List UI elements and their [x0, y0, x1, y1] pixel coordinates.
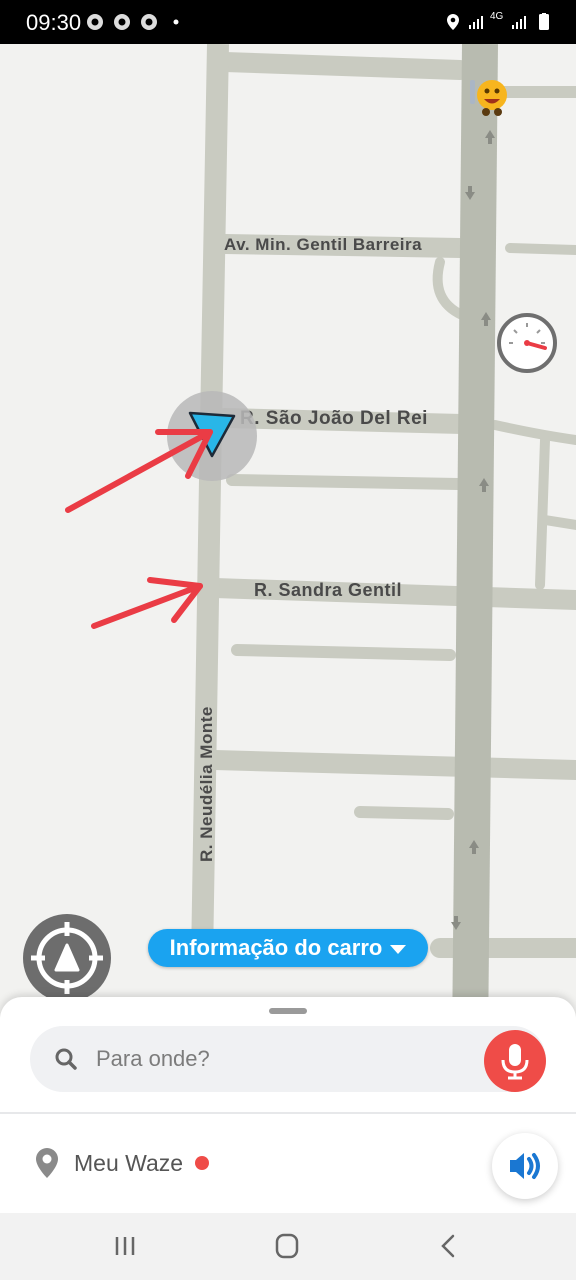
divider: [0, 1112, 576, 1114]
chrome-icon: [141, 14, 157, 30]
search-placeholder: Para onde?: [96, 1046, 210, 1071]
home-icon[interactable]: [272, 1233, 302, 1259]
search-icon: [55, 1048, 77, 1070]
annotation-arrow: [91, 577, 203, 629]
status-bar: 09:30 4G: [0, 0, 576, 44]
map-view[interactable]: Av. Min. Gentil Barreira R. São João Del…: [0, 44, 576, 1044]
street-label-neudelia-monte: R. Neudélia Monte: [197, 706, 216, 862]
status-time: 09:30: [26, 10, 82, 35]
battery-icon: [539, 13, 549, 30]
recenter-button[interactable]: [23, 914, 111, 1002]
notification-dot: [195, 1156, 210, 1170]
speaker-icon: [510, 1153, 540, 1179]
voice-search-button[interactable]: [484, 1030, 546, 1092]
crosshair-icon: [31, 922, 103, 994]
system-nav-bar: [0, 1213, 576, 1280]
chrome-icon: [114, 14, 130, 30]
car-info-pill[interactable]: Informação do carro: [148, 929, 428, 967]
street-label-sao-joao-del-rei: R. São João Del Rei: [240, 408, 428, 429]
chevron-down-icon: [390, 944, 407, 954]
search-input[interactable]: Para onde?: [30, 1026, 546, 1092]
my-waze-button[interactable]: Meu Waze: [34, 1145, 210, 1181]
sound-button[interactable]: [492, 1133, 558, 1199]
speedometer-icon[interactable]: [497, 313, 557, 373]
microphone-icon: [501, 1044, 529, 1080]
network-type: 4G: [490, 11, 504, 22]
dot-icon: [173, 19, 179, 25]
recent-apps-icon[interactable]: [110, 1233, 140, 1259]
back-icon[interactable]: [434, 1233, 464, 1259]
location-icon: [447, 14, 459, 30]
sheet-handle[interactable]: [269, 1008, 307, 1014]
signal-icon: [512, 16, 526, 29]
my-waze-label: Meu Waze: [74, 1149, 184, 1176]
chrome-icon: [87, 14, 103, 30]
location-pin-icon: [36, 1148, 58, 1178]
map-canvas: Av. Min. Gentil Barreira R. São João Del…: [65, 44, 576, 1044]
street-label-gentil-barreira: Av. Min. Gentil Barreira: [224, 235, 422, 254]
signal-icon: [469, 16, 483, 29]
annotation-arrow: [65, 429, 213, 513]
street-label-sandra-gentil: R. Sandra Gentil: [254, 580, 402, 600]
car-info-label: Informação do carro: [169, 935, 383, 960]
